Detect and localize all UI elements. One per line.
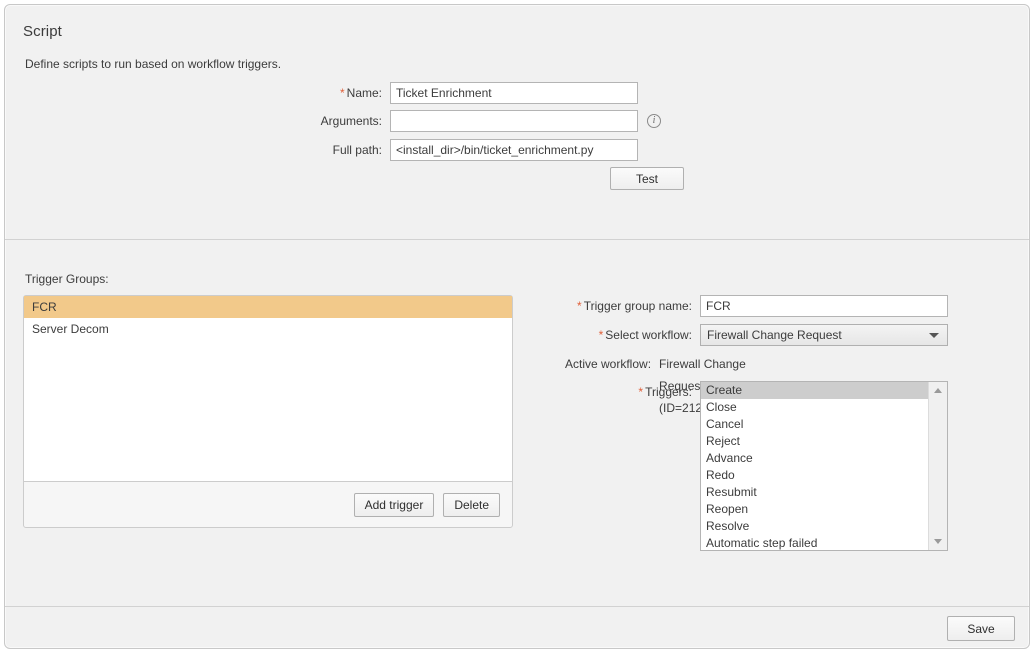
name-field-row: * Name: bbox=[210, 82, 638, 104]
required-asterisk: * bbox=[339, 86, 345, 100]
select-workflow-row: * Select workflow: Firewall Change Reques… bbox=[565, 324, 948, 346]
add-trigger-button[interactable]: Add trigger bbox=[353, 492, 435, 517]
trigger-name: Automatic step failed bbox=[706, 536, 818, 550]
full-path-label: Full path: bbox=[332, 143, 382, 157]
save-button[interactable]: Save bbox=[947, 616, 1015, 641]
trigger-group-actions: Add trigger Delete bbox=[24, 482, 512, 527]
name-label: * Name: bbox=[339, 86, 382, 100]
trigger-name: Advance bbox=[706, 451, 753, 465]
trigger-name: Resubmit bbox=[706, 485, 757, 499]
scroll-down-arrow-icon[interactable] bbox=[929, 533, 947, 550]
section-description: Define scripts to run based on workflow … bbox=[25, 57, 282, 71]
list-item[interactable]: Reopen bbox=[701, 501, 929, 518]
list-item[interactable]: Redo bbox=[701, 467, 929, 484]
arguments-label: Arguments: bbox=[320, 114, 382, 128]
trigger-groups-list[interactable]: FCR Server Decom bbox=[24, 296, 512, 482]
trigger-group-name-input[interactable] bbox=[700, 295, 948, 317]
script-section: Script Define scripts to run based on wo… bbox=[5, 5, 1029, 240]
list-item[interactable]: Close bbox=[701, 399, 929, 416]
full-path-input[interactable] bbox=[390, 139, 638, 161]
list-item[interactable]: Cancel bbox=[701, 416, 929, 433]
trigger-name: Close bbox=[706, 400, 737, 414]
script-config-window: Script Define scripts to run based on wo… bbox=[4, 4, 1030, 649]
required-asterisk: * bbox=[598, 328, 604, 342]
info-circle-icon[interactable]: i bbox=[647, 114, 661, 128]
trigger-group-name-label: * Trigger group name: bbox=[577, 299, 692, 313]
trigger-groups-panel: FCR Server Decom Add trigger Delete bbox=[23, 295, 513, 528]
trigger-name: Create bbox=[706, 383, 743, 397]
select-workflow-label: * Select workflow: bbox=[598, 328, 692, 342]
triggers-scrollbar[interactable] bbox=[928, 382, 947, 550]
trigger-group-name-row: * Trigger group name: bbox=[565, 295, 948, 317]
test-button[interactable]: Test bbox=[610, 167, 684, 190]
full-path-field-row: Full path: bbox=[210, 139, 638, 161]
list-item[interactable]: Reject bbox=[701, 433, 929, 450]
arguments-input[interactable] bbox=[390, 110, 638, 132]
trigger-name: Reject bbox=[706, 434, 741, 448]
trigger-group-name: Server Decom bbox=[32, 322, 109, 336]
triggers-scroll-area[interactable]: Create Close Cancel Reject Advance Redo … bbox=[701, 382, 929, 550]
select-workflow-value: Firewall Change Request bbox=[707, 328, 842, 342]
scroll-up-arrow-icon[interactable] bbox=[929, 382, 947, 399]
required-asterisk: * bbox=[577, 299, 582, 313]
list-item[interactable]: Automatic step failed bbox=[701, 535, 929, 550]
chevron-down-icon bbox=[929, 333, 939, 338]
list-item[interactable]: Resolve bbox=[701, 518, 929, 535]
list-item[interactable]: Create bbox=[701, 382, 929, 399]
name-input[interactable] bbox=[390, 82, 638, 104]
trigger-name: Cancel bbox=[706, 417, 744, 431]
arguments-field-row: Arguments: i bbox=[210, 110, 661, 132]
triggers-label: * Triggers: bbox=[638, 385, 692, 399]
footer-bar: Save bbox=[5, 606, 1029, 648]
active-workflow-row: Active workflow: Firewall Change Request… bbox=[565, 353, 747, 415]
trigger-name: Resolve bbox=[706, 519, 750, 533]
trigger-group-name: FCR bbox=[32, 300, 57, 314]
required-asterisk: * bbox=[638, 385, 644, 399]
trigger-name: Reopen bbox=[706, 502, 749, 516]
list-item[interactable]: Resubmit bbox=[701, 484, 929, 501]
trigger-groups-label: Trigger Groups: bbox=[25, 272, 109, 286]
active-workflow-label: Active workflow: bbox=[565, 357, 652, 371]
trigger-name: Redo bbox=[706, 468, 735, 482]
triggers-listbox[interactable]: Create Close Cancel Reject Advance Redo … bbox=[700, 381, 948, 551]
triggers-row: * Triggers: Create Close Cancel Reject Ad… bbox=[565, 381, 948, 551]
page-title: Script bbox=[23, 23, 62, 40]
select-workflow-dropdown[interactable]: Firewall Change Request bbox=[700, 324, 948, 346]
list-item[interactable]: Server Decom bbox=[24, 318, 512, 340]
list-item[interactable]: FCR bbox=[24, 296, 512, 318]
trigger-section: Trigger Groups: FCR Server Decom Add tri… bbox=[5, 241, 1029, 608]
list-item[interactable]: Advance bbox=[701, 450, 929, 467]
delete-button[interactable]: Delete bbox=[443, 492, 500, 517]
